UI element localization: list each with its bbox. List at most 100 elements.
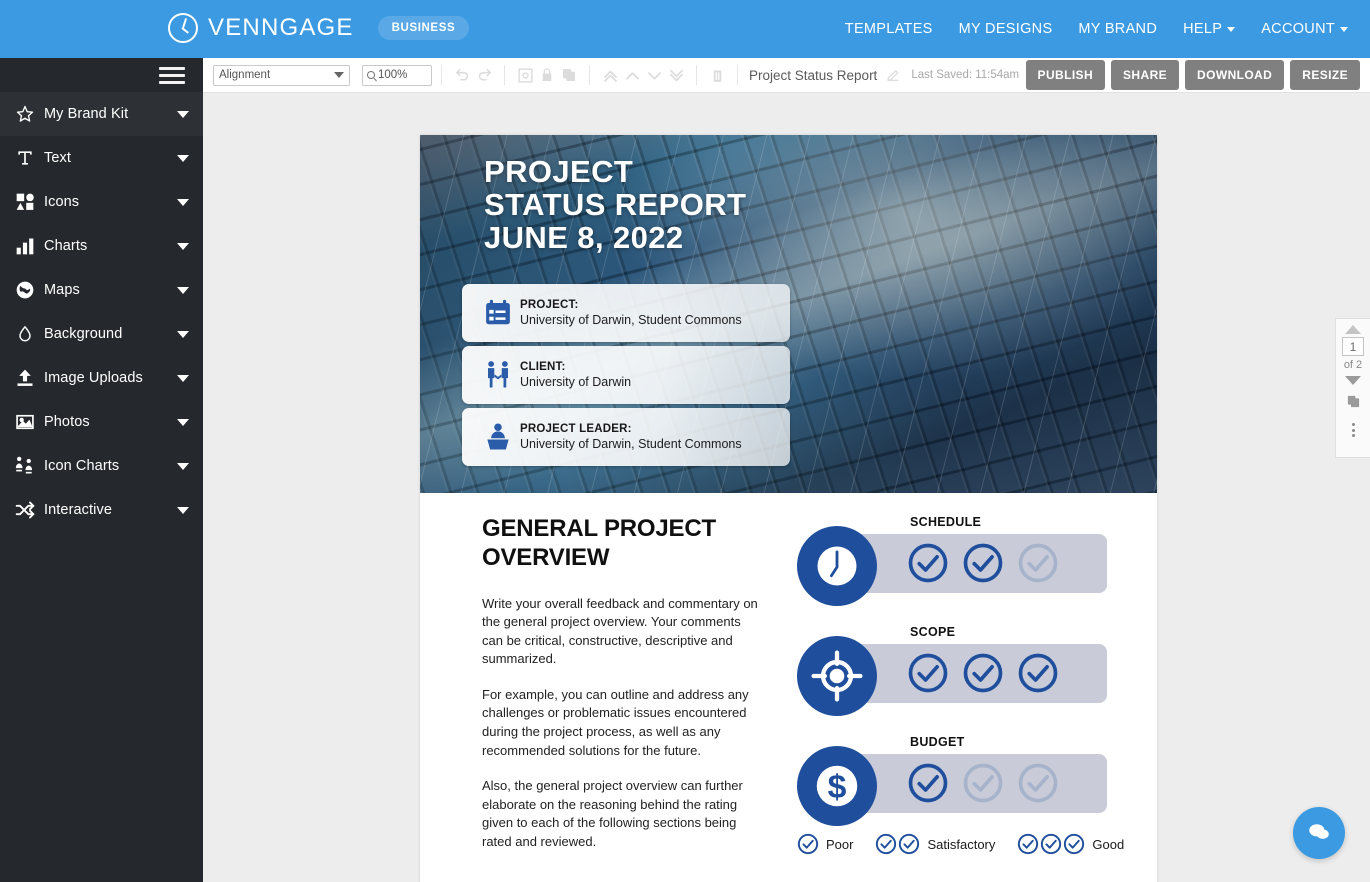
- chevron-down-icon[interactable]: [177, 331, 189, 338]
- nav-my-brand[interactable]: MY BRAND: [1078, 21, 1157, 37]
- crop-icon[interactable]: [514, 64, 536, 86]
- sidebar-item-label: Interactive: [40, 502, 177, 518]
- document-title[interactable]: Project Status Report: [749, 68, 877, 83]
- duplicate-icon[interactable]: [558, 64, 580, 86]
- edit-pencil-icon[interactable]: [885, 67, 901, 83]
- lock-icon[interactable]: [536, 64, 558, 86]
- ratings-legend: PoorSatisfactoryGood: [797, 833, 1146, 855]
- rating-block[interactable]: BUDGET$: [797, 735, 1107, 833]
- chevron-down-icon[interactable]: [177, 507, 189, 514]
- rating-check-2[interactable]: [962, 652, 1004, 694]
- sidebar-item-label: Maps: [40, 282, 177, 298]
- sidebar-item-my-brand-kit[interactable]: My Brand Kit: [0, 92, 203, 136]
- alignment-dropdown[interactable]: Alignment: [213, 65, 350, 86]
- sidebar-item-photos[interactable]: Photos: [0, 400, 203, 444]
- nav-help-label: HELP: [1183, 21, 1222, 37]
- publish-button[interactable]: PUBLISH: [1026, 60, 1105, 90]
- sidebar-item-background[interactable]: Background: [0, 312, 203, 356]
- chevron-down-icon[interactable]: [177, 155, 189, 162]
- chat-bubble-icon[interactable]: [1293, 807, 1345, 859]
- nav-help[interactable]: HELP: [1183, 21, 1235, 37]
- next-page-icon[interactable]: [1345, 376, 1361, 385]
- rating-check-3[interactable]: [1017, 762, 1059, 804]
- previous-page-icon[interactable]: [1345, 325, 1361, 334]
- trash-icon[interactable]: [706, 64, 728, 86]
- design-page[interactable]: PROJECT STATUS REPORT JUNE 8, 2022 PROJE…: [420, 135, 1157, 882]
- chevron-down-icon[interactable]: [177, 419, 189, 426]
- overview-paragraph-1[interactable]: Write your overall feedback and commenta…: [482, 595, 764, 669]
- info-card[interactable]: PROJECT LEADER:University of Darwin, Stu…: [462, 408, 790, 466]
- rating-check-3[interactable]: [1017, 652, 1059, 694]
- hero-banner[interactable]: PROJECT STATUS REPORT JUNE 8, 2022 PROJE…: [420, 135, 1157, 493]
- bring-forward-icon[interactable]: [621, 64, 643, 86]
- alignment-value: Alignment: [219, 69, 334, 81]
- toolbar-divider: [737, 65, 738, 85]
- page-options-icon[interactable]: [1352, 423, 1355, 437]
- sidebar-item-interactive[interactable]: Interactive: [0, 488, 203, 532]
- rating-check-1[interactable]: [907, 652, 949, 694]
- info-card[interactable]: PROJECT:University of Darwin, Student Co…: [462, 284, 790, 342]
- info-card-text: PROJECT LEADER:University of Darwin, Stu…: [520, 422, 742, 453]
- chevron-down-icon[interactable]: [177, 199, 189, 206]
- chevron-down-icon[interactable]: [177, 111, 189, 118]
- resize-button[interactable]: RESIZE: [1290, 60, 1360, 90]
- rating-check-2[interactable]: [962, 762, 1004, 804]
- download-button[interactable]: DOWNLOAD: [1185, 60, 1284, 90]
- rating-checks: [907, 652, 1059, 694]
- sidebar-item-icon-charts[interactable]: Icon Charts: [0, 444, 203, 488]
- icons-icon: [10, 192, 40, 212]
- nav-templates[interactable]: TEMPLATES: [845, 21, 933, 37]
- redo-icon[interactable]: [473, 64, 495, 86]
- rating-check-1[interactable]: [907, 762, 949, 804]
- rating-block[interactable]: SCHEDULE: [797, 515, 1107, 613]
- chevron-down-icon[interactable]: [177, 375, 189, 382]
- sidebar-item-label: Icon Charts: [40, 458, 177, 474]
- send-backward-icon[interactable]: [643, 64, 665, 86]
- nav-account[interactable]: ACCOUNT: [1261, 21, 1348, 37]
- rating-label: BUDGET: [910, 735, 965, 749]
- rating-block[interactable]: SCOPE: [797, 625, 1107, 723]
- rating-check-3[interactable]: [1017, 542, 1059, 584]
- page-number-input[interactable]: 1: [1342, 337, 1364, 356]
- sidebar-item-maps[interactable]: Maps: [0, 268, 203, 312]
- hero-info-cards: PROJECT:University of Darwin, Student Co…: [462, 284, 790, 470]
- toolbar-divider: [696, 65, 697, 85]
- hamburger-menu-icon[interactable]: [159, 67, 185, 84]
- star-icon: [10, 104, 40, 124]
- legend-check-icon: [1040, 833, 1062, 855]
- rating-label: SCHEDULE: [910, 515, 981, 529]
- page-title[interactable]: GENERAL PROJECT OVERVIEW: [482, 515, 764, 573]
- nav-my-designs[interactable]: MY DESIGNS: [959, 21, 1053, 37]
- page-body: GENERAL PROJECT OVERVIEW Write your over…: [420, 493, 1157, 515]
- hero-title[interactable]: PROJECT STATUS REPORT JUNE 8, 2022: [484, 155, 746, 254]
- design-canvas[interactable]: PROJECT STATUS REPORT JUNE 8, 2022 PROJE…: [203, 93, 1370, 882]
- sidebar-item-image-uploads[interactable]: Image Uploads: [0, 356, 203, 400]
- rating-check-2[interactable]: [962, 542, 1004, 584]
- sidebar-item-charts[interactable]: Charts: [0, 224, 203, 268]
- info-card-label: CLIENT:: [520, 360, 631, 375]
- sidebar-item-text[interactable]: Text: [0, 136, 203, 180]
- toolbar-divider: [441, 65, 442, 85]
- editor-toolbar: Alignment 100%: [203, 58, 1370, 93]
- overview-paragraph-2[interactable]: For example, you can outline and address…: [482, 686, 764, 760]
- duplicate-page-icon[interactable]: [1346, 394, 1361, 414]
- sidebar-item-icons[interactable]: Icons: [0, 180, 203, 224]
- page-navigator: 1 of 2: [1335, 318, 1370, 458]
- top-navigation-bar: VENNGAGE BUSINESS TEMPLATES MY DESIGNS M…: [0, 0, 1370, 58]
- info-card[interactable]: CLIENT:University of Darwin: [462, 346, 790, 404]
- rating-check-1[interactable]: [907, 542, 949, 584]
- chevron-down-icon[interactable]: [177, 463, 189, 470]
- chevron-down-icon[interactable]: [177, 243, 189, 250]
- handshake-icon: [476, 360, 520, 390]
- chevron-down-icon[interactable]: [177, 287, 189, 294]
- page-total-label: of 2: [1344, 359, 1362, 371]
- bring-to-front-icon[interactable]: [599, 64, 621, 86]
- overview-paragraph-3[interactable]: Also, the general project overview can f…: [482, 777, 764, 851]
- send-to-back-icon[interactable]: [665, 64, 687, 86]
- share-button[interactable]: SHARE: [1111, 60, 1179, 90]
- legend-group: Poor: [797, 833, 853, 855]
- info-card-text: CLIENT:University of Darwin: [520, 360, 631, 391]
- zoom-dropdown[interactable]: 100%: [362, 65, 432, 86]
- brand-logo[interactable]: VENNGAGE BUSINESS: [168, 13, 469, 43]
- undo-icon[interactable]: [451, 64, 473, 86]
